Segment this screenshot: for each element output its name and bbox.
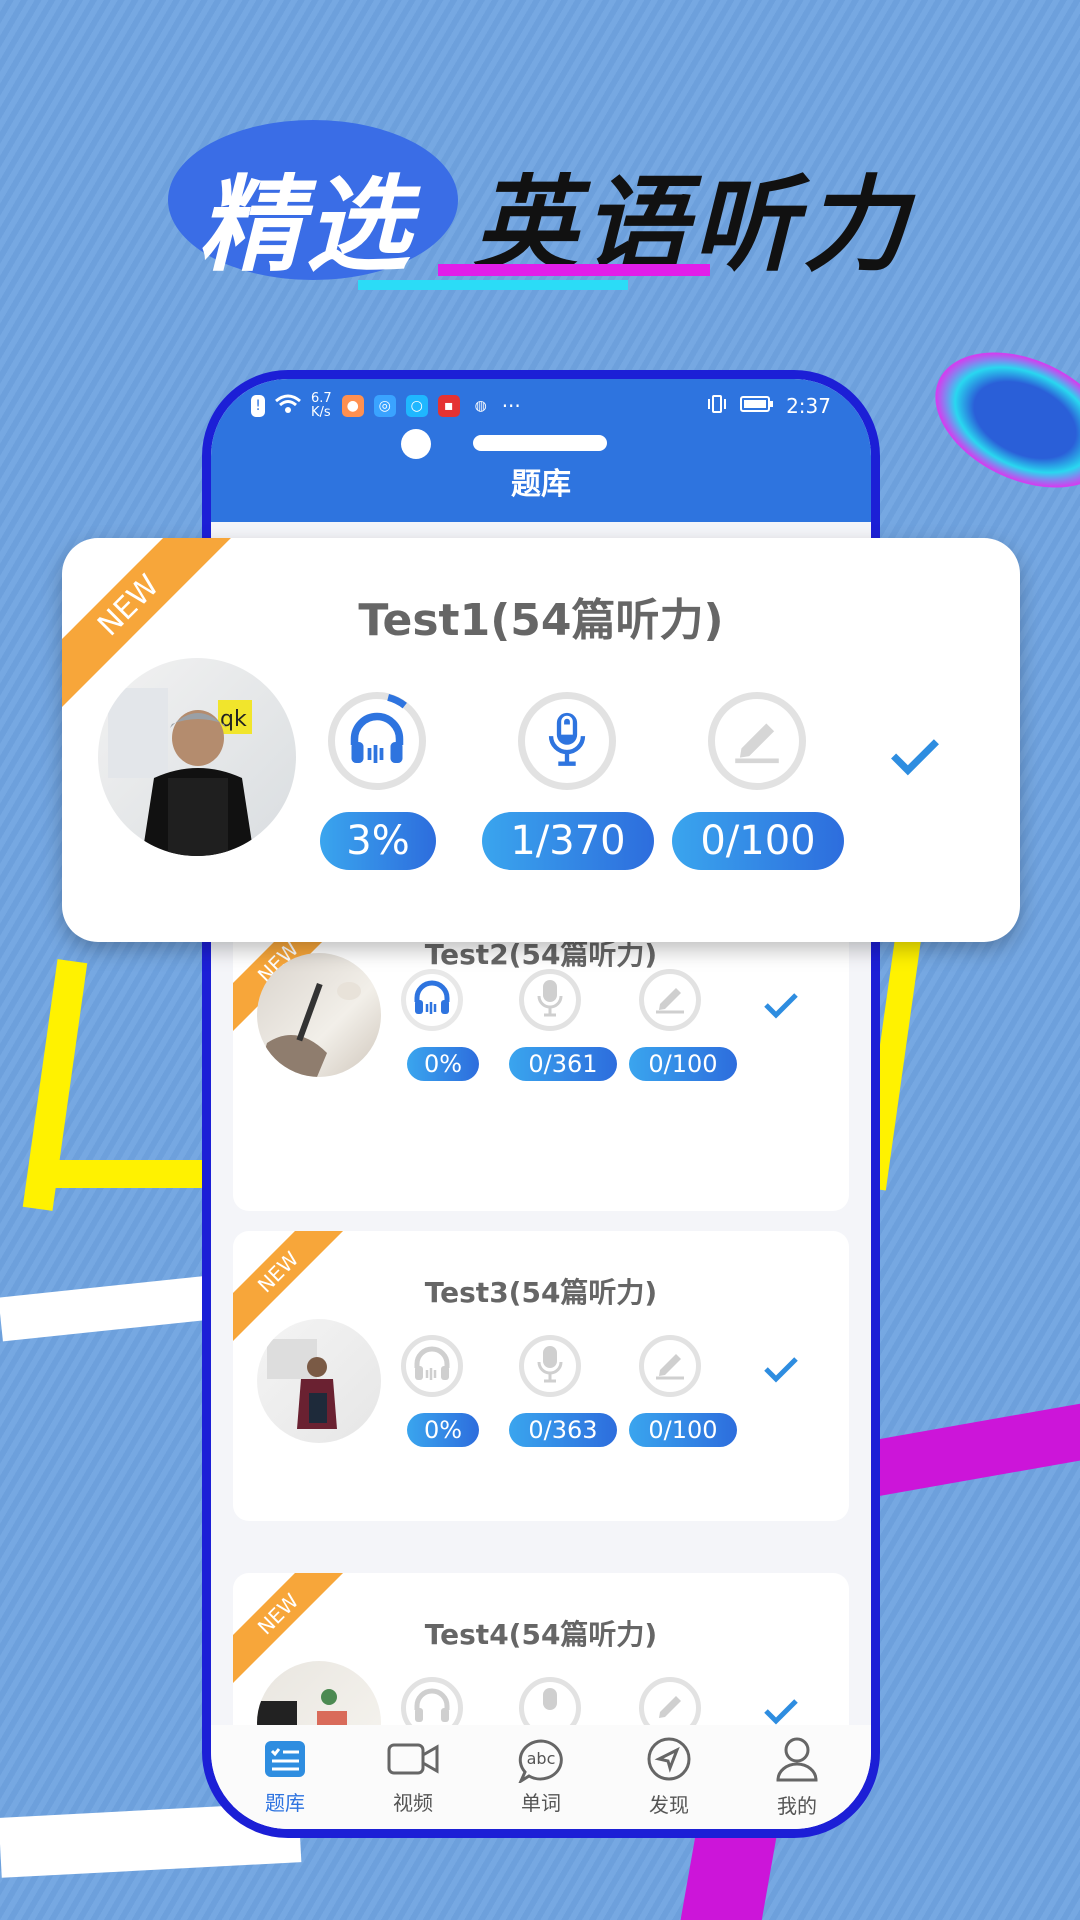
svg-text:qk: qk [220,707,247,732]
battery-icon [740,394,774,418]
card-thumbnail [257,1319,381,1443]
listen-progress: 0% [407,1413,479,1447]
pencil-icon [652,1690,688,1726]
vibrate-icon [706,394,728,419]
featured-test-card[interactable]: NEW Test1(54篇听力) qk 3% 1/370 0/100 [62,538,1020,942]
listen-button[interactable] [401,969,463,1031]
headphones-icon [412,1688,452,1728]
more-notifications: ··· [501,394,521,418]
bulb-app-icon: ◎ [373,395,396,417]
tab-label: 我的 [777,1793,817,1818]
headphones-icon [412,980,452,1020]
check-icon[interactable] [763,991,799,1023]
tab-words[interactable]: abc 单词 [486,1738,596,1816]
card-title: Test4(54篇听力) [424,1618,658,1651]
earpiece [473,435,607,451]
tab-profile[interactable]: 我的 [742,1736,852,1819]
tab-question-bank[interactable]: 题库 [230,1739,340,1816]
decorative-stroke-yellow [40,1160,210,1188]
speak-progress: 1/370 [482,812,654,870]
network-speed-unit: K/s [311,405,331,420]
wechat-app-icon: ◍ [474,398,487,414]
pencil-icon [652,1348,688,1384]
promo-headline: 精选 英语听力 [168,120,928,300]
abc-icon: abc [517,1738,565,1783]
network-speed-value: 6.7 [311,391,332,406]
microphone-icon [535,1344,565,1388]
tab-label: 视频 [393,1790,433,1815]
microphone-icon [535,1686,565,1730]
listen-progress-ring [387,694,407,709]
speak-button[interactable] [518,692,616,790]
page-title: 题库 [511,467,571,502]
listen-progress: 3% [320,812,436,870]
clock: 2:37 [786,394,831,418]
search-app-icon: ○ [405,395,428,417]
tab-label: 单词 [521,1790,561,1815]
wifi-icon [275,394,301,419]
speak-progress: 0/361 [509,1047,617,1081]
tab-discover[interactable]: 发现 [614,1737,724,1818]
app-header: ! 6.7 K/s ● ◎ ○ ▪ ◍ ··· 2:37 题库 [211,379,871,522]
message-app-icon: ● [341,395,364,417]
headphones-icon [412,1346,452,1386]
speak-button[interactable] [519,969,581,1031]
write-button[interactable] [708,692,806,790]
microphone-icon [535,978,565,1022]
listen-progress-arc [387,694,407,709]
listen-progress: 0% [407,1047,479,1081]
write-progress: 0/100 [672,812,844,870]
front-camera [401,429,431,459]
tab-label: 题库 [265,1790,305,1815]
person-icon [775,1736,819,1786]
write-progress: 0/100 [629,1413,737,1447]
huawei-app-icon: ▪ [437,395,460,417]
speak-progress: 0/363 [509,1413,617,1447]
card-thumbnail: qk [98,658,296,856]
test-card[interactable]: NEW Test2(54篇听力) 0% 0/361 0/100 [233,921,849,1211]
status-bar: ! 6.7 K/s ● ◎ ○ ▪ ◍ ··· 2:37 [251,391,831,421]
alert-icon: ! [251,395,265,417]
card-title: Test3(54篇听力) [424,1276,658,1309]
bottom-tab-bar: 题库 视频 abc 单词 发现 我的 [211,1725,871,1829]
compass-icon [646,1737,692,1785]
card-title: Test1(54篇听力) [358,595,724,646]
pencil-icon [652,982,688,1018]
card-thumbnail [257,953,381,1077]
check-icon[interactable] [888,736,942,780]
listen-button[interactable] [328,692,426,790]
headline-underline [358,280,628,290]
question-bank-icon [263,1739,307,1783]
abc-icon-text: abc [526,1748,556,1768]
test-card[interactable]: NEW Test3(54篇听力) 0% 0/363 0/100 [233,1231,849,1521]
check-icon[interactable] [763,1355,799,1387]
headline-left-text: 精选 [198,164,415,286]
speak-button[interactable] [519,1335,581,1397]
write-button[interactable] [639,1335,701,1397]
write-button[interactable] [639,969,701,1031]
video-icon [387,1739,439,1783]
write-progress: 0/100 [629,1047,737,1081]
tab-video[interactable]: 视频 [358,1739,468,1816]
listen-button[interactable] [401,1335,463,1397]
tab-label: 发现 [649,1792,689,1817]
microphone-icon [545,710,589,772]
pencil-icon [729,714,785,768]
headline-underline [438,264,710,276]
network-speed: 6.7 K/s [311,392,332,420]
